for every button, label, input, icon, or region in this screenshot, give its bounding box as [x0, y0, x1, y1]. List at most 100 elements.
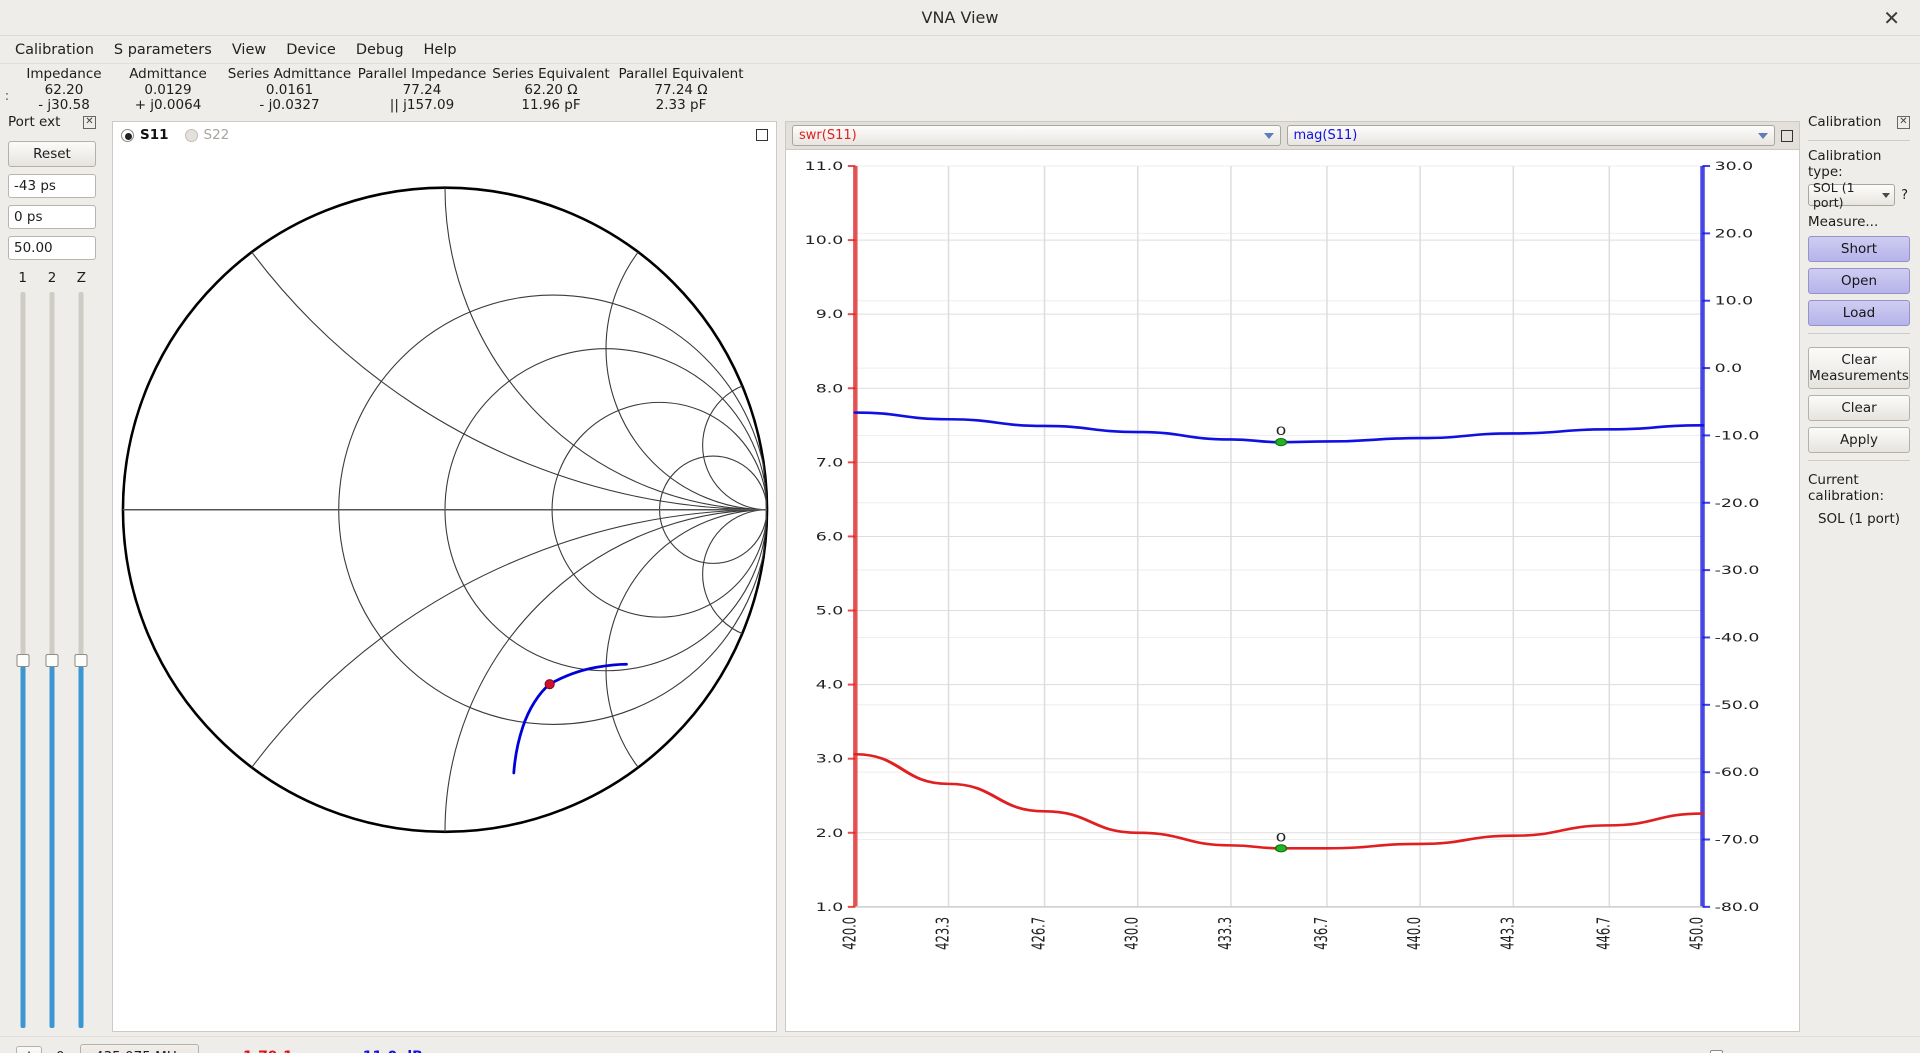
menu-item-device[interactable]: Device — [277, 39, 345, 61]
radio-s22[interactable]: S22 — [184, 127, 229, 143]
slider-handle[interactable] — [45, 654, 59, 667]
marker-index: 0 — [56, 1049, 66, 1053]
measurement-stats-bar: : Impedance 62.20 - j30.58 Admittance 0.… — [0, 63, 1920, 113]
svg-text:-60.0: -60.0 — [1715, 766, 1760, 779]
stat-value-line1: 0.0129 — [144, 82, 192, 98]
svg-text:450.0: 450.0 — [1687, 917, 1707, 950]
calibration-type-row: SOL (1 port) ? — [1808, 180, 1910, 210]
frequency-slider[interactable] — [467, 1047, 1904, 1053]
menu-item-debug[interactable]: Debug — [347, 39, 413, 61]
stat-value-line1: 77.24 Ω — [654, 82, 708, 98]
close-icon[interactable] — [83, 115, 96, 129]
svg-text:-50.0: -50.0 — [1715, 699, 1760, 712]
slider-handle[interactable] — [1709, 1049, 1723, 1053]
calibration-header: Calibration — [1808, 111, 1910, 133]
svg-text:10.0: 10.0 — [1715, 295, 1754, 308]
svg-text:426.7: 426.7 — [1029, 917, 1049, 950]
slider-label-2: 2 — [47, 270, 57, 286]
stat-parallel-impedance: Parallel Impedance 77.24 || j157.09 — [357, 64, 487, 113]
trace2-select[interactable]: mag(S11) — [1286, 125, 1775, 146]
stat-value-line2: 11.96 pF — [521, 97, 581, 113]
question-mark-icon[interactable]: ? — [1899, 188, 1910, 203]
trace2-select-value: mag(S11) — [1293, 128, 1358, 143]
close-icon[interactable] — [1897, 115, 1910, 129]
stat-impedance: Impedance 62.20 - j30.58 — [14, 64, 114, 113]
stat-header: Series Equivalent — [492, 66, 610, 82]
rect-chart-toolbar: swr(S11) mag(S11) — [786, 122, 1799, 150]
calibration-panel: Calibration Calibration type: SOL (1 por… — [1800, 111, 1920, 1036]
trace1-select[interactable]: swr(S11) — [792, 125, 1281, 146]
trace1-select-value: swr(S11) — [799, 128, 857, 143]
port-ext-impedance-input[interactable] — [8, 236, 96, 260]
svg-text:-80.0: -80.0 — [1715, 901, 1760, 914]
svg-text:-20.0: -20.0 — [1715, 497, 1760, 510]
measure-open-button[interactable]: Open — [1808, 268, 1910, 294]
marker-frequency-button[interactable]: 435.075 MHz — [80, 1043, 200, 1053]
port-ext-delay1-input[interactable] — [8, 174, 96, 198]
measure-short-button[interactable]: Short — [1808, 236, 1910, 262]
svg-text:8.0: 8.0 — [816, 382, 844, 395]
port-ext-reset-button[interactable]: Reset — [8, 141, 96, 167]
menubar: Calibration S parameters View Device Deb… — [0, 36, 1920, 63]
slider-label-1: 1 — [18, 270, 27, 286]
close-icon[interactable]: ✕ — [1877, 6, 1906, 30]
smith-chart-panel: S11 S22 — [112, 121, 777, 1032]
port-ext-slider-z[interactable] — [67, 292, 96, 1028]
clear-measurements-line2: Measurements — [1809, 368, 1909, 384]
s-param-radio-group: S11 S22 — [121, 127, 229, 143]
stat-value-line1: 77.24 — [402, 82, 442, 98]
port-ext-slider-1[interactable] — [8, 292, 37, 1028]
clear-button[interactable]: Clear — [1808, 395, 1910, 421]
stat-value-line1: 62.20 Ω — [524, 82, 578, 98]
menu-item-help[interactable]: Help — [415, 39, 466, 61]
stat-value-line2: + j0.0064 — [134, 97, 202, 113]
svg-text:430.0: 430.0 — [1122, 917, 1142, 950]
maximize-icon[interactable] — [756, 129, 768, 141]
svg-text:30.0: 30.0 — [1715, 160, 1754, 173]
svg-text:-70.0: -70.0 — [1715, 833, 1760, 846]
maximize-icon[interactable] — [1781, 129, 1793, 142]
svg-text:9.0: 9.0 — [816, 308, 844, 321]
menu-item-s-parameters[interactable]: S parameters — [105, 39, 221, 61]
svg-text:-10.0: -10.0 — [1715, 429, 1760, 442]
stat-value-line2: - j0.0327 — [259, 97, 320, 113]
slider-handle[interactable] — [16, 654, 30, 667]
current-calibration-value: SOL (1 port) — [1817, 511, 1901, 527]
clear-measurements-button[interactable]: Clear Measurements — [1808, 347, 1910, 389]
chevron-down-icon — [1263, 132, 1274, 139]
svg-text:-40.0: -40.0 — [1715, 631, 1760, 644]
calibration-type-value: SOL (1 port) — [1813, 180, 1855, 210]
slider-handle[interactable] — [74, 654, 88, 667]
svg-text:7.0: 7.0 — [816, 456, 844, 469]
port-ext-header: Port ext — [8, 111, 96, 133]
chevron-down-icon — [1758, 132, 1768, 139]
menu-item-calibration[interactable]: Calibration — [6, 39, 103, 61]
svg-text:10.0: 10.0 — [805, 234, 844, 247]
measure-load-button[interactable]: Load — [1808, 300, 1910, 326]
smith-chart-plot[interactable] — [113, 148, 776, 1031]
stat-admittance: Admittance 0.0129 + j0.0064 — [114, 64, 222, 113]
apply-button[interactable]: Apply — [1808, 427, 1910, 453]
calibration-title: Calibration — [1808, 114, 1882, 130]
svg-text:0: 0 — [1276, 831, 1287, 844]
svg-text:-30.0: -30.0 — [1715, 564, 1760, 577]
port-ext-delay2-input[interactable] — [8, 205, 96, 229]
stat-series-equivalent: Series Equivalent 62.20 Ω 11.96 pF — [487, 64, 615, 113]
calibration-type-label: Calibration type: — [1808, 148, 1882, 180]
radio-s11[interactable]: S11 — [121, 127, 169, 143]
port-ext-sliders — [8, 292, 96, 1036]
rect-chart-plot[interactable]: 1.0 2.0 3.0 4.0 5.0 6.0 7.0 8.0 9.0 10.0 11.0 30.0 2… — [786, 150, 1799, 1031]
stat-value-line2: - j30.58 — [38, 97, 90, 113]
menu-item-view[interactable]: View — [223, 39, 275, 61]
current-calibration-label: Current calibration: — [1808, 472, 1884, 504]
calibration-type-select[interactable]: SOL (1 port) — [1808, 180, 1896, 210]
port-ext-slider-2[interactable] — [37, 292, 66, 1028]
chevron-down-icon — [1882, 192, 1891, 198]
window-titlebar: VNA View ✕ — [0, 0, 1920, 36]
marker-magnitude-value: -11.0 dB — [357, 1049, 423, 1053]
svg-text:5.0: 5.0 — [816, 604, 844, 617]
stat-header: Admittance — [129, 66, 207, 82]
port-ext-slider-labels: 1 2 Z — [8, 270, 96, 286]
svg-text:446.7: 446.7 — [1594, 917, 1614, 950]
plus-icon[interactable]: + — [16, 1045, 42, 1053]
